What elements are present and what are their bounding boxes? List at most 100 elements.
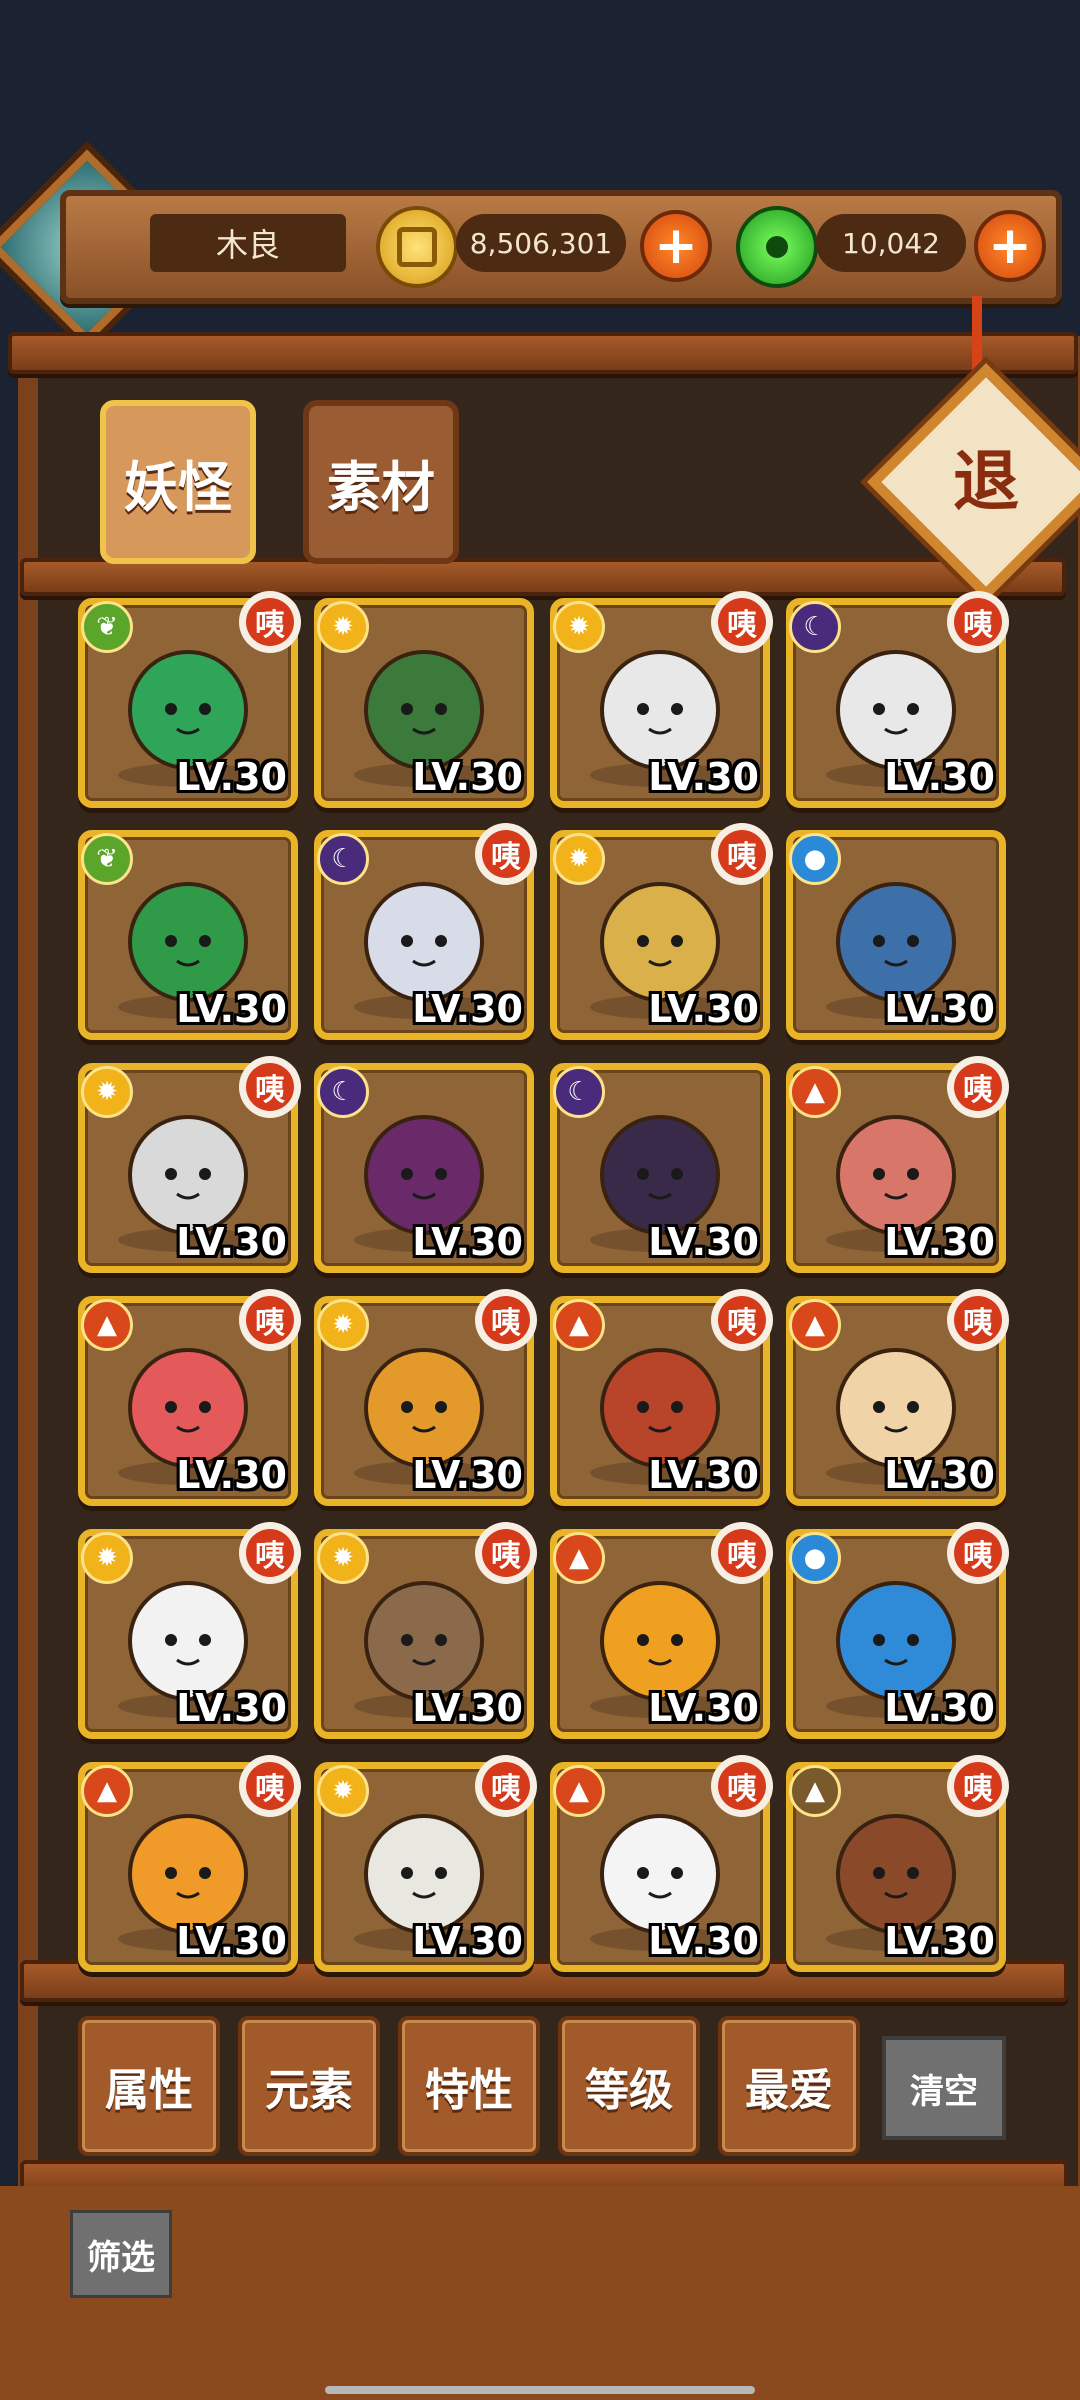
tab-yokai[interactable]: 妖怪 [100,400,256,564]
level-label: LV.30 [412,1220,523,1264]
monster-card[interactable]: ✹ 咦 LV.30 [314,1755,537,1972]
monster-card[interactable]: ▲ 咦 LV.30 [78,1289,301,1506]
leaf-element-icon: ❦ [81,601,133,653]
monster-card[interactable]: ▲ 咦 LV.30 [550,1289,773,1506]
monster-card[interactable]: ▲ 咦 LV.30 [550,1522,773,1739]
new-badge-label: 咦 [246,598,294,646]
monster-card[interactable]: ✹ 咦 LV.30 [78,1056,301,1273]
new-badge-label: 咦 [246,1296,294,1344]
add-coins-button[interactable]: + [640,210,712,282]
new-badge-label: 咦 [718,1529,766,1577]
level-label: LV.30 [648,987,759,1031]
new-badge-label: 咦 [482,1296,530,1344]
exit-string [972,296,982,376]
new-badge-label: 咦 [482,830,530,878]
level-label: LV.30 [648,1220,759,1264]
level-label: LV.30 [648,1453,759,1497]
jade-count: 10,042 [816,214,966,272]
new-badge: 咦 [239,591,301,653]
sun-element-icon: ✹ [553,833,605,885]
new-badge-label: 咦 [246,1063,294,1111]
filter-level-button[interactable]: 等级 [558,2016,700,2156]
level-label: LV.30 [884,1686,995,1730]
monster-card[interactable]: ☾ 咦 LV.30 [314,823,537,1040]
add-jade-button[interactable]: + [974,210,1046,282]
new-badge-label: 咦 [718,830,766,878]
jade-icon [736,206,818,288]
monster-card[interactable]: ❦ LV.30 [78,830,298,1040]
new-badge-label: 咦 [482,1529,530,1577]
new-badge: 咦 [239,1056,301,1118]
moon-element-icon: ☾ [553,1066,605,1118]
new-badge: 咦 [947,1755,1009,1817]
monster-card[interactable]: ✹ 咦 LV.30 [314,1522,537,1739]
monster-card[interactable]: ● 咦 LV.30 [786,1522,1009,1739]
level-label: LV.30 [648,755,759,799]
new-badge: 咦 [239,1755,301,1817]
fire-element-icon: ▲ [81,1765,133,1817]
monster-card[interactable]: ▲ 咦 LV.30 [78,1755,301,1972]
fire-element-icon: ▲ [553,1299,605,1351]
level-label: LV.30 [648,1686,759,1730]
new-badge-label: 咦 [954,1529,1002,1577]
new-badge: 咦 [947,591,1009,653]
level-label: LV.30 [884,1220,995,1264]
monster-card[interactable]: ● LV.30 [786,830,1006,1040]
coin-count: 8,506,301 [456,214,626,272]
monster-card[interactable]: ▲ 咦 LV.30 [786,1755,1009,1972]
water-element-icon: ● [789,1532,841,1584]
monster-card[interactable]: ▲ 咦 LV.30 [786,1289,1009,1506]
fire-element-icon: ▲ [81,1299,133,1351]
new-badge-label: 咦 [954,1063,1002,1111]
home-indicator [325,2386,755,2394]
sun-element-icon: ✹ [317,1532,369,1584]
level-label: LV.30 [176,755,287,799]
monster-card[interactable]: ✹ 咦 LV.30 [550,591,773,808]
new-badge: 咦 [475,1522,537,1584]
new-badge: 咦 [475,1289,537,1351]
monster-card[interactable]: ✹ 咦 LV.30 [550,823,773,1040]
monster-card[interactable]: ✹ 咦 LV.30 [314,1289,537,1506]
new-badge-label: 咦 [954,598,1002,646]
filter-attribute-button[interactable]: 属性 [78,2016,220,2156]
sun-element-icon: ✹ [81,1066,133,1118]
monster-card[interactable]: ☾ LV.30 [550,1063,770,1273]
level-label: LV.30 [176,1220,287,1264]
clear-filters-button[interactable]: 清空 [882,2036,1006,2140]
new-badge: 咦 [711,823,773,885]
monster-card[interactable]: ☾ LV.30 [314,1063,534,1273]
level-label: LV.30 [176,1919,287,1963]
monster-card[interactable]: ▲ 咦 LV.30 [786,1056,1009,1273]
monster-card[interactable]: ✹ 咦 LV.30 [78,1522,301,1739]
level-label: LV.30 [412,1919,523,1963]
new-badge-label: 咦 [718,598,766,646]
filter-favorite-button[interactable]: 最爱 [718,2016,860,2156]
new-badge-label: 咦 [246,1762,294,1810]
fire-element-icon: ▲ [553,1532,605,1584]
filter-toggle-tab[interactable]: 筛选 [70,2210,172,2298]
earth-element-icon: ▲ [789,1765,841,1817]
monster-card[interactable]: ✹ LV.30 [314,598,534,808]
monster-card[interactable]: ❦ 咦 LV.30 [78,591,301,808]
sun-element-icon: ✹ [81,1532,133,1584]
new-badge: 咦 [711,591,773,653]
new-badge: 咦 [239,1522,301,1584]
tab-material[interactable]: 素材 [303,400,459,564]
fire-element-icon: ▲ [553,1765,605,1817]
sun-element-icon: ✹ [317,601,369,653]
new-badge: 咦 [711,1289,773,1351]
new-badge-label: 咦 [482,1762,530,1810]
level-label: LV.30 [176,1686,287,1730]
level-label: LV.30 [412,987,523,1031]
filter-element-button[interactable]: 元素 [238,2016,380,2156]
level-label: LV.30 [412,1686,523,1730]
monster-card[interactable]: ▲ 咦 LV.30 [550,1755,773,1972]
new-badge: 咦 [711,1522,773,1584]
moon-element-icon: ☾ [789,601,841,653]
moon-element-icon: ☾ [317,1066,369,1118]
filter-trait-button[interactable]: 特性 [398,2016,540,2156]
new-badge: 咦 [947,1056,1009,1118]
gold-coin-icon [376,206,458,288]
monster-card[interactable]: ☾ 咦 LV.30 [786,591,1009,808]
new-badge: 咦 [947,1522,1009,1584]
